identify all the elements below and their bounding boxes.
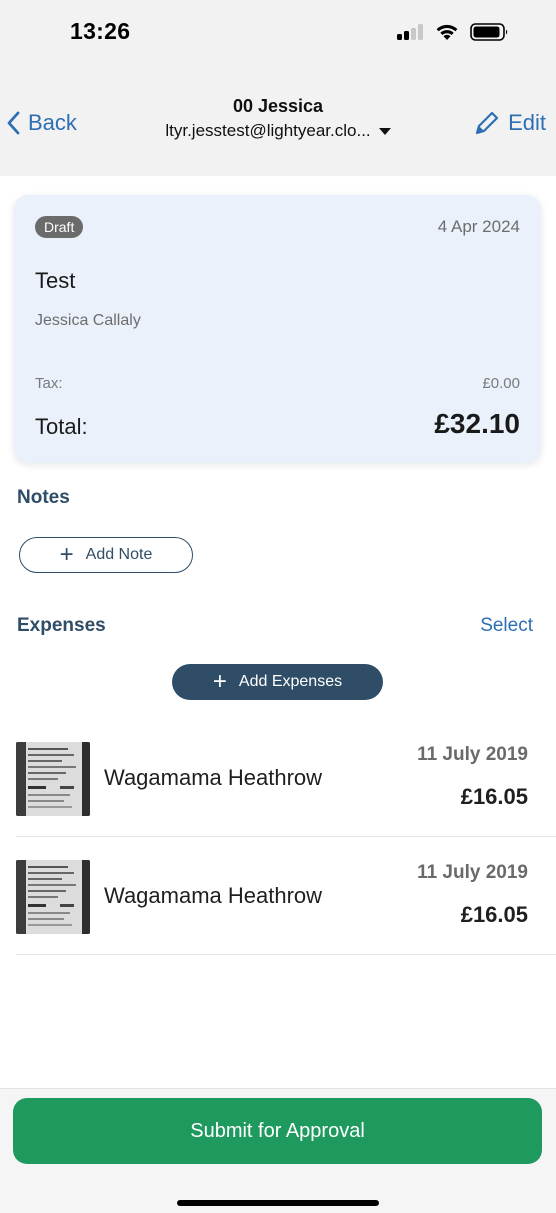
- total-value: £32.10: [434, 408, 520, 439]
- expense-row[interactable]: Wagamama Heathrow 11 July 2019 £16.05: [16, 719, 556, 837]
- total-label: Total:: [35, 414, 88, 439]
- home-indicator[interactable]: [177, 1200, 379, 1206]
- battery-icon: [470, 23, 508, 41]
- wifi-icon: [436, 24, 458, 40]
- expense-row[interactable]: Wagamama Heathrow 11 July 2019 £16.05: [16, 837, 556, 955]
- account-selector[interactable]: ltyr.jesstest@lightyear.clo...: [165, 121, 391, 141]
- report-date: 4 Apr 2024: [437, 217, 520, 236]
- expense-date: 11 July 2019: [417, 744, 528, 765]
- add-note-button[interactable]: + Add Note: [19, 537, 193, 573]
- page-title: 00 Jessica: [232, 96, 324, 116]
- report-owner: Jessica Callaly: [35, 312, 141, 329]
- tax-label: Tax:: [35, 375, 63, 392]
- plus-icon: +: [59, 541, 74, 568]
- receipt-thumbnail: [16, 742, 90, 816]
- back-button[interactable]: Back: [6, 108, 77, 138]
- account-email: ltyr.jesstest@lightyear.clo...: [165, 121, 371, 140]
- nav-title-group: 00 Jessica ltyr.jesstest@lightyear.clo..…: [120, 96, 436, 141]
- edit-label: Edit: [508, 110, 546, 135]
- pencil-icon: [475, 111, 499, 135]
- add-expenses-label: Add Expenses: [238, 673, 343, 690]
- caret-down-icon: [378, 127, 391, 135]
- footer-bar: Submit for Approval: [0, 1088, 556, 1213]
- add-note-label: Add Note: [85, 546, 153, 563]
- navigation-bar: Back 00 Jessica ltyr.jesstest@lightyear.…: [0, 70, 556, 176]
- status-badge: Draft: [35, 216, 84, 238]
- expense-merchant: Wagamama Heathrow: [104, 765, 323, 790]
- report-summary-card: Draft 4 Apr 2024 Test Jessica Callaly Ta…: [14, 195, 541, 463]
- expense-amount: £16.05: [460, 902, 528, 927]
- back-label: Back: [28, 110, 77, 135]
- status-bar: 13:26: [0, 0, 556, 70]
- signal-bars-icon: [397, 24, 425, 40]
- expense-merchant: Wagamama Heathrow: [104, 883, 323, 908]
- status-time: 13:26: [70, 18, 131, 44]
- expenses-heading: Expenses: [17, 615, 106, 636]
- select-button[interactable]: Select: [480, 615, 533, 637]
- chevron-left-icon: [7, 111, 20, 135]
- report-title: Test: [35, 268, 76, 293]
- expense-date: 11 July 2019: [417, 862, 528, 883]
- receipt-thumbnail: [16, 860, 90, 934]
- edit-button[interactable]: Edit: [474, 108, 546, 138]
- submit-for-approval-button[interactable]: Submit for Approval: [13, 1098, 542, 1164]
- tax-value: £0.00: [482, 375, 520, 392]
- add-expenses-button[interactable]: + Add Expenses: [172, 664, 383, 700]
- expense-amount: £16.05: [460, 784, 528, 809]
- notes-heading: Notes: [17, 487, 70, 508]
- plus-icon: +: [212, 668, 227, 695]
